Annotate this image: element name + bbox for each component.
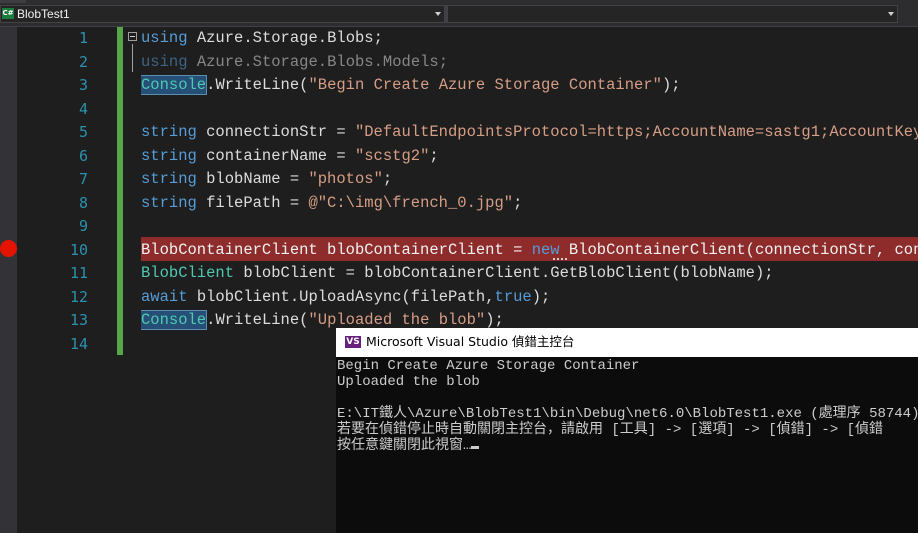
identifier-token: BlobContainerClient: [568, 240, 746, 259]
identifier-token: blobContainerClient: [327, 240, 504, 259]
string-token: "photos": [308, 170, 383, 188]
code-line[interactable]: string connectionStr = "DefaultEndpoints…: [141, 121, 918, 145]
line-number: 10: [69, 240, 88, 259]
identifier-token: filePath: [410, 287, 486, 306]
type-token: Console: [141, 75, 208, 95]
chevron-down-icon[interactable]: [435, 12, 441, 16]
identifier-token: Storage: [252, 52, 318, 71]
console-line: Begin Create Azure Storage Container: [337, 358, 640, 374]
debug-console-window[interactable]: VS Microsoft Visual Studio 偵錯主控台 Begin C…: [336, 328, 918, 533]
member-dropdown[interactable]: [447, 5, 898, 23]
csharp-project-icon: C#: [2, 8, 14, 19]
line-number: 13: [69, 311, 88, 329]
line-number: 6: [78, 146, 88, 165]
line-number: 12: [69, 287, 88, 306]
keyword-token: string: [141, 193, 197, 212]
split-button[interactable]: [898, 5, 918, 23]
console-line: Uploaded the blob: [337, 374, 480, 390]
type-token: BlobClient: [141, 264, 235, 282]
line-number: 11: [69, 264, 88, 282]
console-title-bar[interactable]: VS Microsoft Visual Studio 偵錯主控台: [336, 328, 918, 357]
keyword-token: using: [141, 29, 188, 47]
type-token: Console: [141, 310, 208, 330]
console-line: 按任意鍵關閉此視窗…: [337, 438, 480, 454]
identifier-token: blobName: [206, 170, 281, 188]
identifier-token: blobClient: [243, 264, 337, 282]
identifier-token: contai: [894, 240, 918, 259]
identifier-token: BlobContainerClient: [141, 240, 318, 259]
console-output[interactable]: Begin Create Azure Storage Container Upl…: [336, 358, 918, 533]
glyph-margin[interactable]: [0, 27, 17, 533]
keyword-token: using: [141, 52, 188, 71]
identifier-token: GetBlobClient: [550, 264, 672, 282]
code-line[interactable]: Console.WriteLine("Begin Create Azure St…: [141, 74, 918, 98]
keyword-token: await: [141, 287, 188, 306]
code-line[interactable]: string containerName = "scstg2";: [141, 145, 918, 169]
code-line[interactable]: using Azure.Storage.Blobs;: [141, 27, 918, 51]
identifier-token: Azure: [196, 52, 244, 71]
console-line: E:\IT鐵人\Azure\BlobTest1\bin\Debug\net6.0…: [337, 406, 918, 422]
code-line[interactable]: BlobClient blobClient = blobContainerCli…: [141, 262, 918, 286]
identifier-token: Storage: [252, 29, 318, 47]
line-number: 1: [78, 29, 88, 47]
outline-fold-line: [132, 44, 133, 72]
console-prompt-text: 按任意鍵關閉此視窗…: [337, 438, 472, 454]
identifier-token: UploadAsync: [299, 287, 402, 306]
tab-stub: [0, 0, 26, 3]
identifier-token: WriteLine: [215, 76, 300, 94]
keyword-token: true: [494, 287, 532, 306]
string-token: "scstg2": [354, 146, 430, 165]
code-line[interactable]: using Azure.Storage.Blobs.Models;: [141, 51, 918, 75]
line-number: 3: [78, 76, 88, 94]
identifier-token: blobClient: [196, 287, 290, 306]
identifier-token: Azure: [196, 29, 244, 47]
identifier-token: WriteLine: [215, 311, 300, 329]
line-number: 5: [78, 123, 88, 141]
code-line[interactable]: await blobClient.UploadAsync(filePath,tr…: [141, 286, 918, 310]
suggestion-squiggle: [553, 256, 567, 260]
identifier-token: Models: [382, 52, 439, 71]
line-number: 14: [69, 334, 88, 353]
identifier-token: containerName: [206, 146, 328, 165]
text-cursor: [471, 446, 480, 449]
identifier-token: blobName: [680, 264, 755, 282]
code-line[interactable]: string blobName = "photos";: [141, 168, 918, 192]
string-token: "DefaultEndpointsProtocol=https;AccountN…: [354, 123, 918, 141]
string-token: "Begin Create Azure Storage Container": [308, 76, 662, 94]
string-token: @"C:\img\french_0.jpg": [308, 193, 514, 212]
identifier-token: blobContainerClient: [364, 264, 541, 282]
line-number: 8: [78, 193, 88, 212]
line-number: 2: [78, 52, 88, 71]
console-title: Microsoft Visual Studio 偵錯主控台: [366, 334, 575, 349]
code-line[interactable]: string filePath = @"C:\img\french_0.jpg"…: [141, 192, 918, 216]
identifier-token: Blobs: [327, 52, 374, 71]
code-line[interactable]: BlobContainerClient blobContainerClient …: [141, 239, 918, 263]
change-tracking-bar: [117, 27, 123, 355]
project-name: BlobTest1: [17, 7, 70, 21]
identifier-token: connectionStr: [206, 123, 328, 141]
string-token: "Uploaded the blob": [308, 311, 486, 329]
identifier-token: filePath: [206, 193, 281, 212]
console-line: 若要在偵錯停止時自動關閉主控台，請啟用 [工具] -> [選項] -> [偵錯]…: [337, 422, 884, 438]
identifier-token: connectionStr: [754, 240, 876, 259]
keyword-token: string: [141, 123, 197, 141]
line-number: 4: [78, 99, 88, 118]
collapse-icon[interactable]: [128, 32, 137, 41]
keyword-token: string: [141, 146, 197, 165]
line-number: 9: [78, 217, 88, 235]
keyword-token: string: [141, 170, 197, 188]
visual-studio-icon: VS: [345, 336, 361, 348]
breakpoint-icon[interactable]: [0, 240, 17, 257]
chevron-down-icon[interactable]: [888, 12, 894, 16]
navigation-bar: C# BlobTest1: [0, 0, 918, 27]
project-dropdown[interactable]: C# BlobTest1: [0, 5, 445, 23]
identifier-token: Blobs: [327, 29, 374, 47]
line-number: 7: [78, 170, 88, 188]
